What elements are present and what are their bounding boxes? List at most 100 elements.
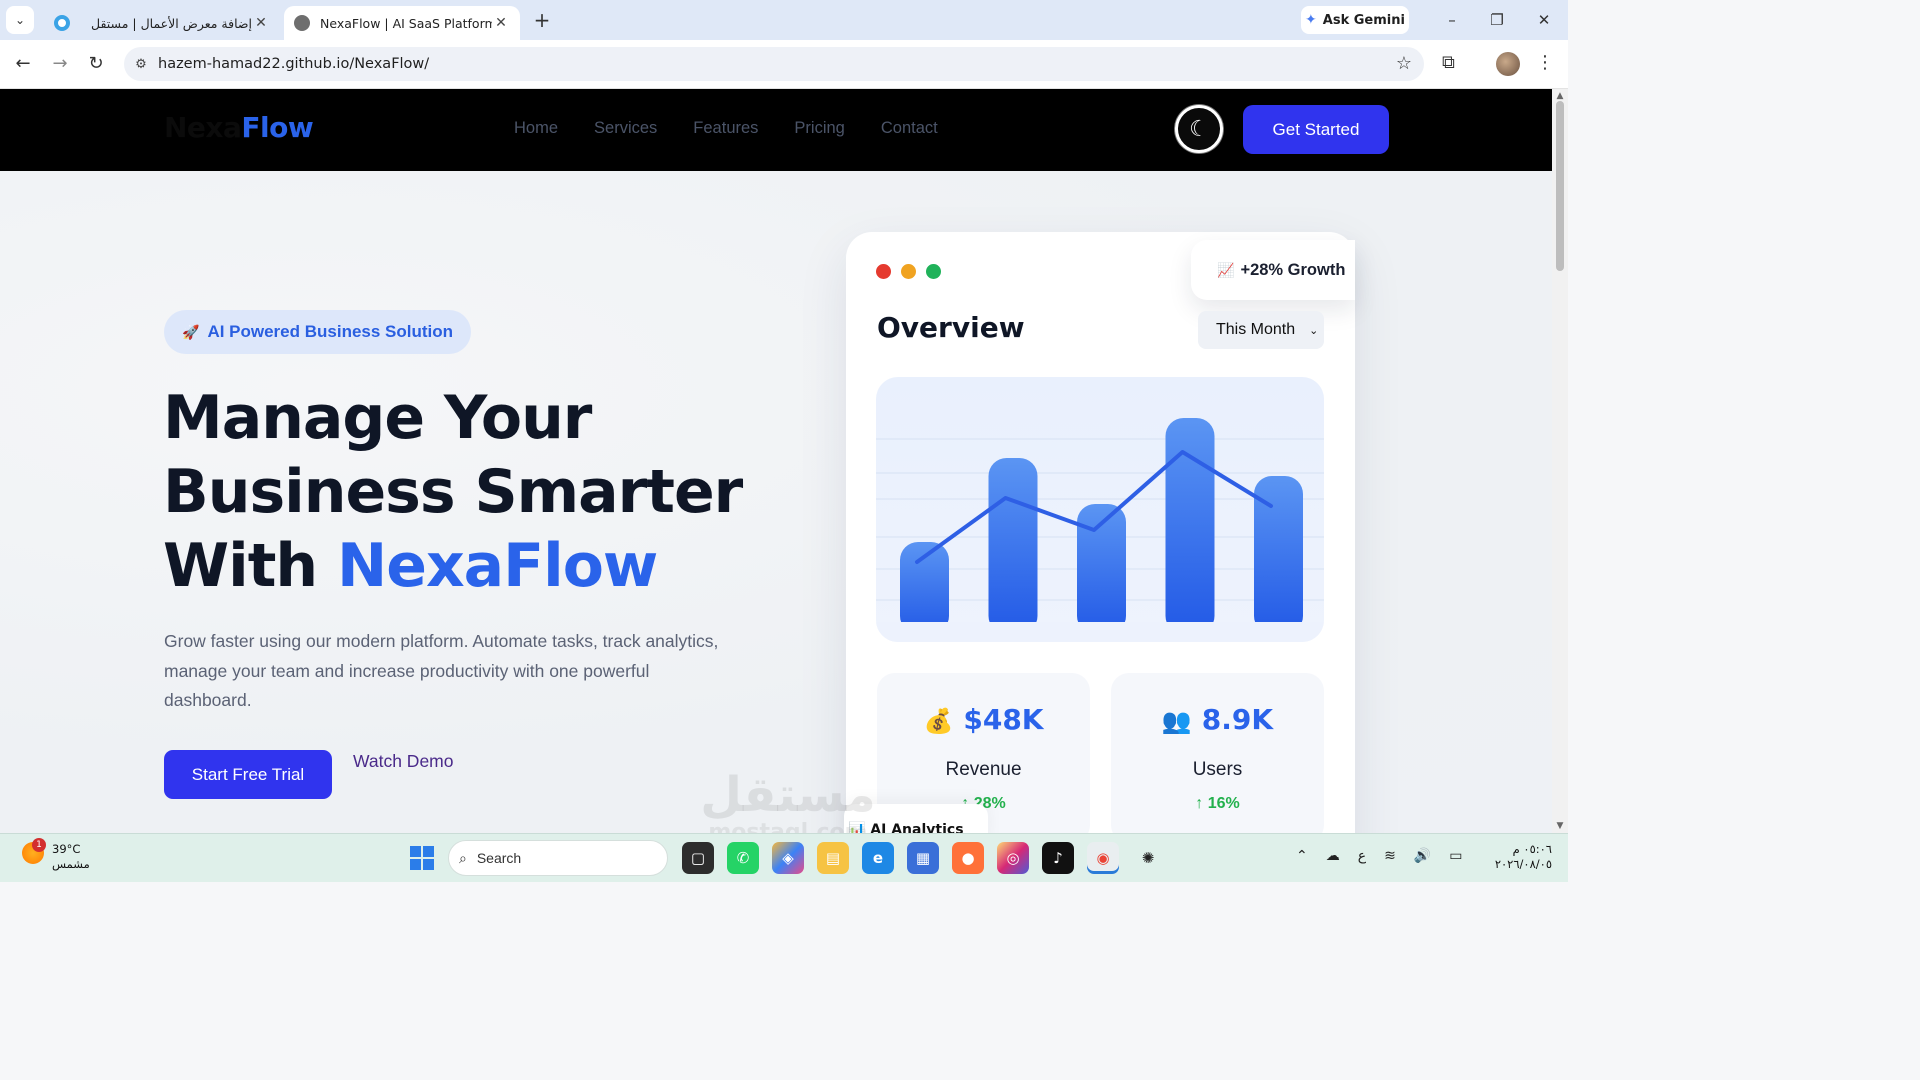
- money-bag-icon: 💰: [923, 707, 954, 735]
- users-icon: 👥: [1161, 707, 1192, 735]
- users-change: ↑ 16%: [1195, 795, 1240, 812]
- restore-button[interactable]: ❐: [1482, 8, 1512, 32]
- new-tab-button[interactable]: +: [530, 8, 554, 32]
- reload-icon[interactable]: ↻: [84, 52, 108, 76]
- file-explorer-icon[interactable]: ▤: [817, 842, 849, 874]
- taskbar-search[interactable]: ⌕ Search: [448, 840, 668, 876]
- ask-gemini-button[interactable]: ✦ Ask Gemini: [1301, 6, 1409, 34]
- revenue-amount: $48K: [963, 703, 1044, 736]
- page-scrollbar[interactable]: ▲ ▼: [1552, 89, 1568, 833]
- instagram-icon[interactable]: ◎: [997, 842, 1029, 874]
- tab-mostaql[interactable]: إضافة معرض الأعمال | مستقل ✕: [44, 6, 280, 40]
- globe-icon: [294, 15, 310, 31]
- nav-link-contact[interactable]: Contact: [881, 119, 938, 138]
- tiktok-icon[interactable]: ♪: [1042, 842, 1074, 874]
- chevron-up-icon[interactable]: ⌃: [1296, 848, 1308, 864]
- ask-gemini-label: Ask Gemini: [1322, 12, 1405, 28]
- taskbar-search-label: Search: [476, 850, 522, 866]
- logo-part2: Flow: [241, 111, 314, 144]
- chatgpt-icon[interactable]: ✺: [1132, 842, 1164, 874]
- battery-icon[interactable]: ▭: [1449, 848, 1462, 864]
- page-viewport: NexaFlow Home Services Features Pricing …: [0, 89, 1552, 833]
- browser-tab-strip: ⌄ إضافة معرض الأعمال | مستقل ✕ NexaFlow …: [0, 0, 1568, 40]
- forward-arrow-icon[interactable]: →: [48, 52, 72, 76]
- task-view-icon[interactable]: ▢: [682, 842, 714, 874]
- sun-icon: 1: [22, 838, 46, 864]
- address-bar[interactable]: ⚙ hazem-hamad22.github.io/NexaFlow/ ☆: [124, 47, 1424, 81]
- url-text[interactable]: hazem-hamad22.github.io/NexaFlow/: [158, 56, 429, 72]
- extensions-puzzle-icon[interactable]: ⧉: [1442, 52, 1455, 73]
- site-info-icon[interactable]: ⚙: [124, 57, 158, 72]
- revenue-value: 💰 $48K: [877, 703, 1090, 736]
- hero-description: Grow faster using our modern platform. A…: [164, 631, 719, 710]
- overview-title: Overview: [877, 311, 1025, 344]
- weather-widget[interactable]: 1 39°C مشمس: [22, 838, 90, 872]
- nav-link-features[interactable]: Features: [693, 119, 758, 138]
- users-label: Users: [1192, 759, 1243, 780]
- hero-title-accent: NexaFlow: [337, 531, 658, 601]
- window-dots: [876, 264, 941, 279]
- red-dot-icon: [876, 264, 891, 279]
- edge-icon[interactable]: e: [862, 842, 894, 874]
- watch-demo-link[interactable]: Watch Demo: [353, 751, 454, 772]
- tab-search-button[interactable]: ⌄: [6, 6, 34, 34]
- period-select-value: This Month: [1216, 321, 1296, 338]
- nexaflow-logo[interactable]: NexaFlow: [164, 111, 314, 144]
- green-dot-icon: [926, 264, 941, 279]
- clock-date: ٢٠٢٦/٠٨/٠٥: [1494, 857, 1552, 871]
- minimize-button[interactable]: –: [1437, 8, 1467, 32]
- chart-svg: [876, 418, 1324, 642]
- nav-link-home[interactable]: Home: [514, 119, 558, 138]
- chart-baseline-area: [876, 622, 1324, 642]
- site-navbar: NexaFlow Home Services Features Pricing …: [0, 89, 1552, 171]
- hero-title-line1: Manage Your: [163, 383, 592, 453]
- chevron-down-icon: ⌄: [1309, 324, 1319, 337]
- scroll-up-arrow-icon[interactable]: ▲: [1554, 91, 1566, 101]
- store-icon[interactable]: ▦: [907, 842, 939, 874]
- chrome-icon[interactable]: ◉: [1087, 842, 1119, 874]
- mostaql-watermark: مستقل mostaql.com: [688, 769, 888, 833]
- get-started-button[interactable]: Get Started: [1243, 105, 1389, 154]
- mostaql-favicon-icon: [54, 15, 70, 31]
- tab-title: NexaFlow | AI SaaS Platform: [320, 15, 492, 31]
- clock-time: ٠٥:٠٦ م: [1512, 842, 1552, 856]
- bookmark-star-icon[interactable]: ☆: [1396, 53, 1412, 74]
- clock[interactable]: ٠٥:٠٦ م ٢٠٢٦/٠٨/٠٥: [1488, 842, 1552, 872]
- watermark-sub: mostaql.com: [708, 820, 868, 834]
- growth-text: +28% Growth: [1240, 260, 1346, 279]
- hero-badge-text: AI Powered Business Solution: [207, 322, 454, 341]
- nav-link-pricing[interactable]: Pricing: [794, 119, 844, 138]
- whatsapp-icon[interactable]: ✆: [727, 842, 759, 874]
- copilot-icon[interactable]: ◈: [772, 842, 804, 874]
- hero-title-line3-prefix: With: [163, 531, 338, 601]
- language-indicator[interactable]: ع: [1358, 848, 1366, 864]
- profile-avatar[interactable]: [1496, 52, 1520, 76]
- yellow-dot-icon: [901, 264, 916, 279]
- period-select[interactable]: This Month ⌄: [1198, 311, 1324, 349]
- users-stat-card: 👥 8.9K Users ↑ 16%: [1111, 673, 1324, 833]
- weather-temp: 39°C: [52, 842, 81, 856]
- close-window-button[interactable]: ✕: [1529, 8, 1559, 32]
- cloud-icon[interactable]: ☁: [1326, 848, 1340, 864]
- windows-start-icon[interactable]: [410, 846, 434, 870]
- back-arrow-icon[interactable]: ←: [11, 52, 35, 76]
- windows-taskbar: 1 39°C مشمس ⌕ Search ▢ ✆ ◈ ▤ e ▦ ● ◎ ♪ ◉…: [0, 833, 1568, 882]
- tab-nexaflow[interactable]: NexaFlow | AI SaaS Platform ✕: [284, 6, 520, 40]
- weather-desc: مشمس: [52, 857, 90, 871]
- scroll-down-arrow-icon[interactable]: ▼: [1554, 821, 1566, 831]
- menu-kebab-icon[interactable]: ⋮: [1536, 52, 1554, 73]
- firefox-icon[interactable]: ●: [952, 842, 984, 874]
- browser-toolbar: ← → ↻ ⚙ hazem-hamad22.github.io/NexaFlow…: [0, 40, 1568, 89]
- system-tray: ⌃ ☁ ع ≋ 🔊 ▭: [1296, 848, 1463, 864]
- close-icon[interactable]: ✕: [252, 15, 270, 31]
- search-icon: ⌕: [459, 849, 467, 866]
- volume-icon[interactable]: 🔊: [1414, 848, 1431, 864]
- overview-chart: [876, 377, 1324, 642]
- scrollbar-thumb[interactable]: [1556, 101, 1564, 271]
- close-icon[interactable]: ✕: [492, 15, 510, 31]
- users-amount: 8.9K: [1201, 703, 1274, 736]
- nav-link-services[interactable]: Services: [594, 119, 657, 138]
- start-free-trial-button[interactable]: Start Free Trial: [164, 750, 332, 799]
- theme-toggle-button[interactable]: ☾: [1175, 105, 1223, 153]
- wifi-icon[interactable]: ≋: [1384, 848, 1396, 864]
